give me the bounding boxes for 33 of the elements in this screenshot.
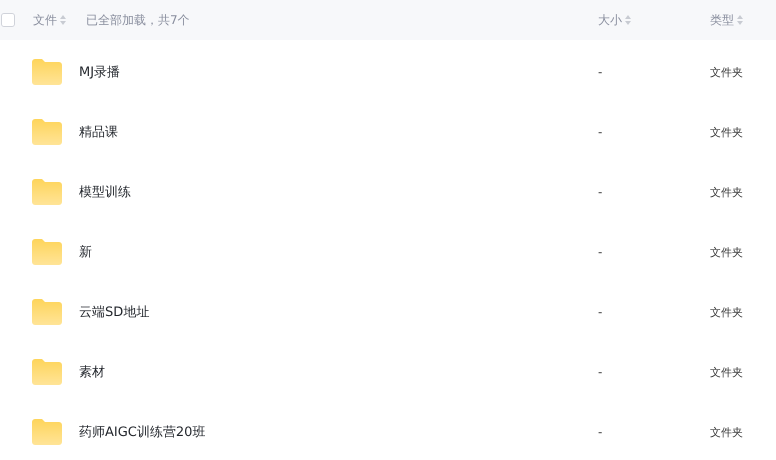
load-status: 已全部加载，共7个 [86,12,191,28]
file-type: 文件夹 [710,364,744,380]
folder-name[interactable]: 精品课 [79,123,598,141]
folder-name[interactable]: 云端SD地址 [79,303,598,321]
folder-icon [32,239,62,265]
file-size: - [598,425,604,439]
file-size: - [598,245,604,259]
sort-icon[interactable] [625,15,631,25]
file-type: 文件夹 [710,64,744,80]
file-type: 文件夹 [710,184,744,200]
sort-icon[interactable] [737,15,743,25]
sort-icon[interactable] [60,15,66,25]
file-type: 文件夹 [710,124,744,140]
folder-icon [32,59,62,85]
file-type: 文件夹 [710,244,744,260]
folder-icon [32,419,62,445]
folder-name[interactable]: 新 [79,243,598,261]
folder-icon [32,359,62,385]
folder-name[interactable]: 模型训练 [79,183,598,201]
folder-icon [32,299,62,325]
folder-icon [32,119,62,145]
select-all-checkbox[interactable] [1,13,15,27]
folder-icon [32,179,62,205]
folder-name[interactable]: 药师AIGC训练营20班 [79,423,598,441]
file-type: 文件夹 [710,424,744,440]
file-size: - [598,65,604,79]
file-size: - [598,305,604,319]
file-type: 文件夹 [710,304,744,320]
folder-name[interactable]: 素材 [79,363,598,381]
file-size: - [598,185,604,199]
folder-name[interactable]: MJ录播 [79,63,598,81]
file-size: - [598,365,604,379]
file-size: - [598,125,604,139]
